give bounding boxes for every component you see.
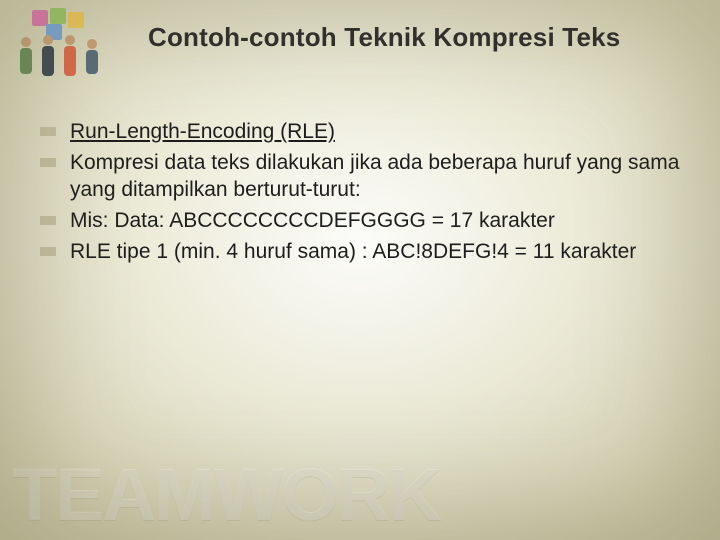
square-bullet-icon xyxy=(40,158,56,167)
list-item: Run-Length-Encoding (RLE) xyxy=(40,118,690,146)
square-bullet-icon xyxy=(40,127,56,136)
decorative-people-puzzle-image xyxy=(8,6,118,84)
bullet-text: Kompresi data teks dilakukan jika ada be… xyxy=(70,149,690,204)
slide-title: Contoh-contoh Teknik Kompresi Teks xyxy=(148,22,700,53)
bullet-text: Run-Length-Encoding (RLE) xyxy=(70,118,335,146)
bullet-text: RLE tipe 1 (min. 4 huruf sama) : ABC!8DE… xyxy=(70,238,636,266)
square-bullet-icon xyxy=(40,247,56,256)
bullet-text: Mis: Data: ABCCCCCCCCDEFGGGG = 17 karakt… xyxy=(70,207,555,235)
list-item: RLE tipe 1 (min. 4 huruf sama) : ABC!8DE… xyxy=(40,238,690,266)
list-item: Kompresi data teks dilakukan jika ada be… xyxy=(40,149,690,204)
square-bullet-icon xyxy=(40,216,56,225)
bullet-list: Run-Length-Encoding (RLE) Kompresi data … xyxy=(40,118,690,269)
background-watermark-text: TEAMWORK xyxy=(12,458,440,532)
list-item: Mis: Data: ABCCCCCCCCDEFGGGG = 17 karakt… xyxy=(40,207,690,235)
